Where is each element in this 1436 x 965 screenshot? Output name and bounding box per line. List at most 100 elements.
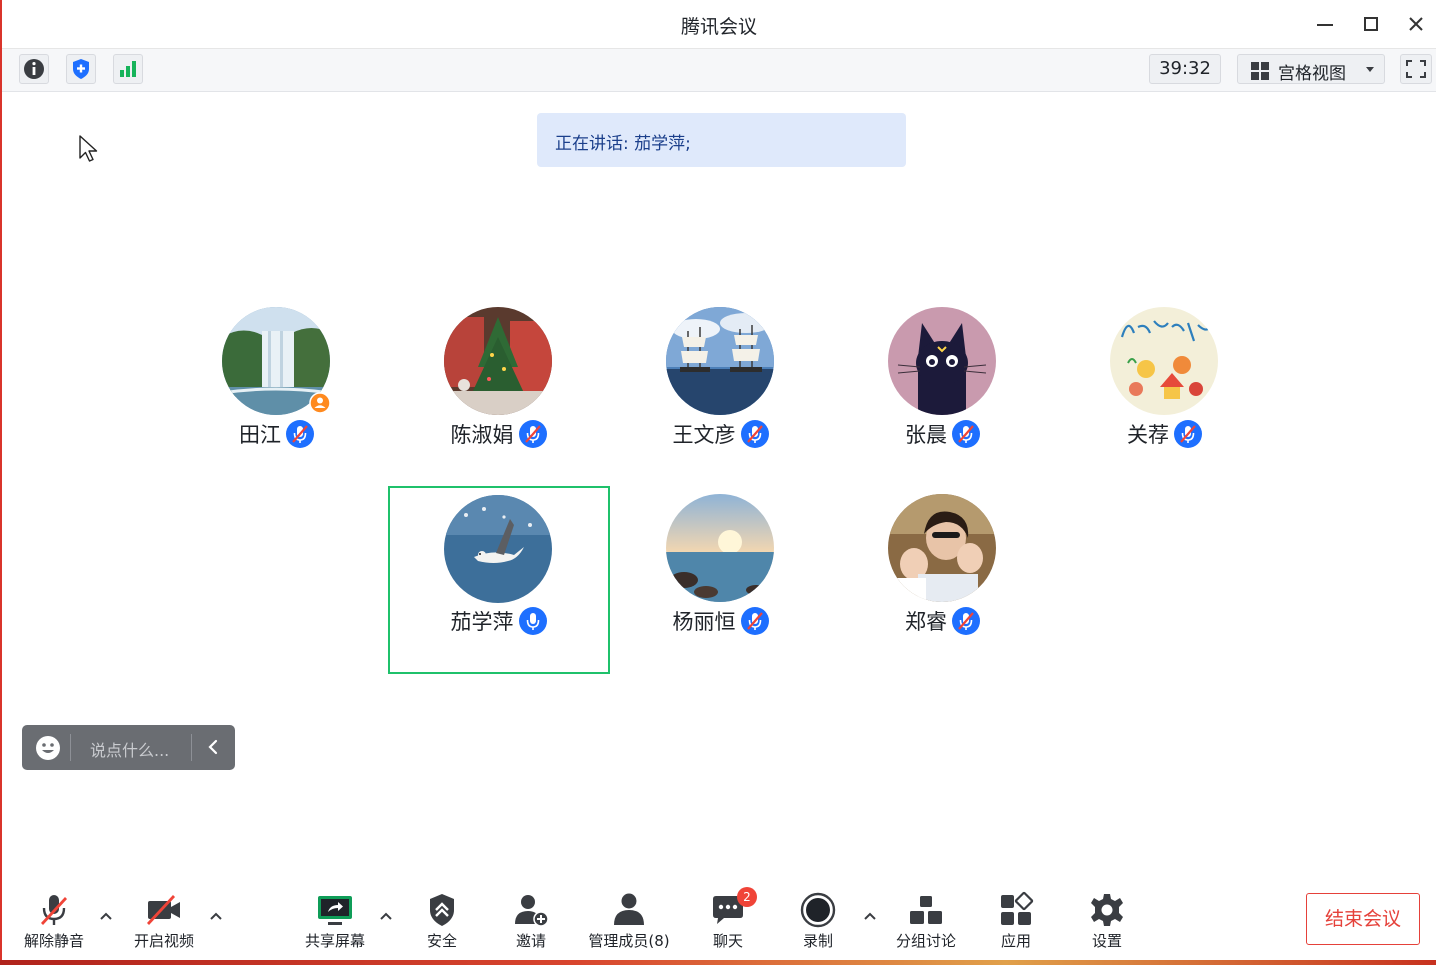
participant-name: 张晨 <box>905 423 947 447</box>
caret-down-icon <box>1366 67 1374 72</box>
apps-label: 应用 <box>1000 932 1031 950</box>
security-label: 安全 <box>426 932 457 950</box>
participant-name: 田江 <box>239 423 281 447</box>
divider <box>191 734 192 761</box>
share-screen-label: 共享屏幕 <box>304 932 365 950</box>
meeting-info-button[interactable] <box>19 54 49 84</box>
invite-button[interactable]: 邀请 <box>486 888 576 954</box>
chevron-left-icon[interactable] <box>203 737 223 757</box>
family-drawing-avatar-icon <box>1110 307 1218 415</box>
window-edge <box>0 0 2 965</box>
mic-on-icon <box>518 606 548 636</box>
view-mode-select[interactable]: 宫格视图 <box>1237 54 1385 84</box>
participant-name: 关荐 <box>1127 423 1169 447</box>
shield-icon <box>73 59 89 79</box>
quick-chat-input[interactable]: 说点什么... <box>22 725 235 770</box>
meeting-toolbar: 解除静音 开启视频 共享屏幕 安全 邀请 管理成员(8) 2 聊天 录制 分组讨… <box>2 878 1436 960</box>
share-screen-button[interactable]: 共享屏幕 <box>290 888 380 954</box>
gear-icon <box>1091 894 1123 926</box>
apps-button[interactable]: 应用 <box>971 888 1061 954</box>
settings-button[interactable]: 设置 <box>1062 888 1152 954</box>
avatar <box>666 494 774 602</box>
divider <box>70 734 71 761</box>
avatar <box>888 307 996 415</box>
invite-label: 邀请 <box>515 932 546 950</box>
black-cat-avatar-icon <box>888 307 996 415</box>
participant-tile-active-speaker[interactable]: 茄学萍 <box>388 486 610 674</box>
avatar <box>666 307 774 415</box>
participant-tile[interactable]: 陈淑娟 <box>388 299 610 487</box>
participant-name: 王文彦 <box>672 423 736 447</box>
christmas-avatar-icon <box>444 307 552 415</box>
participant-tile[interactable]: 张晨 <box>832 299 1054 487</box>
maximize-button[interactable] <box>1355 8 1387 40</box>
chevron-up-icon[interactable] <box>378 908 394 924</box>
title-bar: 腾讯会议 <box>2 0 1436 49</box>
unmute-button[interactable]: 解除静音 <box>9 888 99 954</box>
meeting-timer: 39:32 <box>1149 54 1221 84</box>
maximize-icon <box>1364 17 1378 31</box>
muted-mic-icon <box>951 606 981 636</box>
muted-microphone-icon <box>40 895 68 925</box>
end-meeting-button[interactable]: 结束会议 <box>1306 893 1420 945</box>
taskbar-strip <box>0 960 1436 965</box>
breakout-rooms-button[interactable]: 分组讨论 <box>881 888 971 954</box>
chevron-up-icon[interactable] <box>862 908 878 924</box>
unmute-label: 解除静音 <box>23 932 84 950</box>
network-status-button[interactable] <box>113 54 143 84</box>
minimize-icon <box>1317 24 1333 26</box>
emoji-icon[interactable] <box>35 735 61 761</box>
muted-mic-icon <box>285 419 315 449</box>
add-user-icon <box>515 895 549 927</box>
family-photo-avatar-icon <box>888 494 996 602</box>
start-video-label: 开启视频 <box>133 932 194 950</box>
manage-members-button[interactable]: 管理成员(8) <box>579 888 679 954</box>
close-icon <box>1409 17 1423 31</box>
participant-tile[interactable]: 田江 <box>166 299 388 487</box>
chat-button[interactable]: 2 聊天 <box>683 887 773 954</box>
participant-tile[interactable]: 王文彦 <box>610 299 832 487</box>
chat-label: 聊天 <box>712 932 743 950</box>
security-shield-icon <box>430 894 454 926</box>
mouse-cursor-icon <box>79 135 98 162</box>
participant-name: 郑睿 <box>905 610 947 634</box>
security-status-button[interactable] <box>66 54 96 84</box>
participant-tile[interactable]: 杨丽恒 <box>610 486 832 674</box>
chevron-up-icon[interactable] <box>208 908 224 924</box>
fullscreen-icon <box>1406 60 1426 78</box>
record-button[interactable]: 录制 <box>773 888 863 954</box>
chevron-up-icon[interactable] <box>98 908 114 924</box>
record-icon <box>800 892 836 928</box>
start-video-button[interactable]: 开启视频 <box>119 888 209 954</box>
grid-view-icon <box>1251 62 1269 80</box>
minimize-button[interactable] <box>1309 8 1341 40</box>
muted-mic-icon <box>740 606 770 636</box>
participant-name: 陈淑娟 <box>450 423 514 447</box>
breakout-rooms-icon <box>910 896 942 924</box>
breakout-rooms-label: 分组讨论 <box>895 932 956 950</box>
meeting-info-bar: 39:32 宫格视图 <box>2 49 1436 92</box>
muted-mic-icon <box>951 419 981 449</box>
manage-members-label: 管理成员(8) <box>588 932 670 950</box>
active-speaker-banner: 正在讲话: 茄学萍; <box>537 113 906 167</box>
apps-grid-icon <box>1001 891 1034 925</box>
participant-tile[interactable]: 郑睿 <box>832 486 1054 674</box>
security-button[interactable]: 安全 <box>397 888 487 954</box>
signal-icon <box>120 61 136 77</box>
video-off-icon <box>146 895 180 925</box>
members-icon <box>614 893 644 925</box>
host-badge-icon <box>309 392 331 414</box>
participant-name: 杨丽恒 <box>672 610 736 634</box>
fullscreen-button[interactable] <box>1400 54 1432 84</box>
avatar <box>888 494 996 602</box>
seagull-avatar-icon <box>444 495 552 603</box>
avatar <box>444 495 552 603</box>
participant-tile[interactable]: 关荐 <box>1054 299 1276 487</box>
info-icon <box>24 59 44 79</box>
avatar <box>1110 307 1218 415</box>
close-button[interactable] <box>1400 8 1432 40</box>
sunset-sea-avatar-icon <box>666 494 774 602</box>
muted-mic-icon <box>1173 419 1203 449</box>
muted-mic-icon <box>740 419 770 449</box>
avatar <box>444 307 552 415</box>
